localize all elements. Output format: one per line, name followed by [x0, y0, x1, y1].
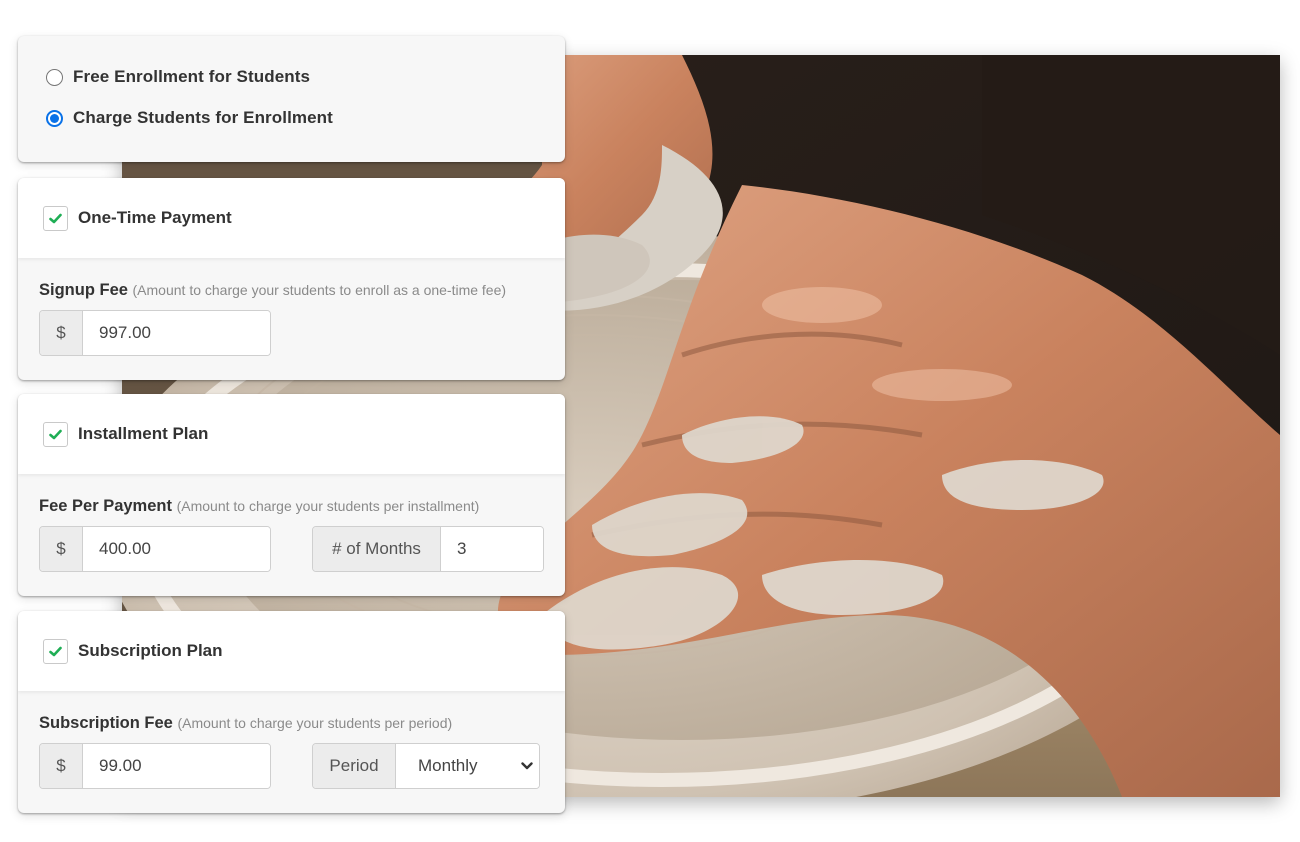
- months-addon: # of Months: [313, 527, 441, 571]
- subscription-fee-hint: (Amount to charge your students per peri…: [177, 715, 453, 731]
- radio-charge-enrollment[interactable]: Charge Students for Enrollment: [46, 107, 565, 129]
- fee-per-payment-label-text: Fee Per Payment: [39, 497, 172, 515]
- radio-free-enrollment[interactable]: Free Enrollment for Students: [46, 66, 565, 88]
- checkmark-icon: [49, 429, 62, 439]
- subscription-fee-input-group: $: [39, 743, 271, 789]
- dollar-sign-addon: $: [40, 527, 83, 571]
- radio-button-free[interactable]: [46, 68, 63, 86]
- one-time-payment-header: One-Time Payment: [18, 178, 565, 258]
- fee-per-payment-hint: (Amount to charge your students per inst…: [176, 498, 480, 514]
- period-select[interactable]: Monthly: [396, 744, 539, 788]
- subscription-fee-label: Subscription Fee (Amount to charge your …: [39, 714, 565, 736]
- subscription-fee-label-text: Subscription Fee: [39, 714, 173, 732]
- one-time-payment-card: One-Time Payment Signup Fee (Amount to c…: [18, 178, 565, 380]
- subscription-fee-input[interactable]: [83, 744, 270, 788]
- subscription-plan-header: Subscription Plan: [18, 611, 565, 691]
- fee-per-payment-input[interactable]: [83, 527, 270, 571]
- installment-plan-checkbox[interactable]: [43, 421, 68, 447]
- one-time-payment-checkbox[interactable]: [43, 205, 68, 231]
- radio-label-charge: Charge Students for Enrollment: [73, 108, 333, 127]
- installment-plan-header: Installment Plan: [18, 394, 565, 474]
- period-input-group: Period Monthly: [312, 743, 540, 789]
- signup-fee-input-group: $: [39, 310, 271, 356]
- checkmark-icon: [49, 646, 62, 656]
- signup-fee-label: Signup Fee (Amount to charge your studen…: [39, 281, 565, 303]
- subscription-plan-title: Subscription Plan: [78, 641, 223, 660]
- subscription-plan-body: Subscription Fee (Amount to charge your …: [18, 691, 565, 789]
- enrollment-options-card: Free Enrollment for Students Charge Stud…: [18, 36, 565, 162]
- installment-plan-title: Installment Plan: [78, 424, 209, 443]
- subscription-plan-card: Subscription Plan Subscription Fee (Amou…: [18, 611, 565, 813]
- period-addon: Period: [313, 744, 396, 788]
- one-time-payment-body: Signup Fee (Amount to charge your studen…: [18, 258, 565, 356]
- fee-per-payment-label: Fee Per Payment (Amount to charge your s…: [39, 497, 565, 519]
- months-input-group: # of Months: [312, 526, 544, 572]
- dollar-sign-addon: $: [40, 311, 83, 355]
- chevron-down-icon: [521, 762, 533, 770]
- one-time-payment-title: One-Time Payment: [78, 208, 232, 227]
- months-input[interactable]: [441, 527, 543, 571]
- fee-per-payment-input-group: $: [39, 526, 271, 572]
- installment-plan-body: Fee Per Payment (Amount to charge your s…: [18, 474, 565, 572]
- dollar-sign-addon: $: [40, 744, 83, 788]
- radio-label-free: Free Enrollment for Students: [73, 67, 311, 86]
- signup-fee-label-text: Signup Fee: [39, 281, 128, 299]
- checkmark-icon: [49, 213, 62, 223]
- period-select-value: Monthly: [418, 756, 478, 775]
- signup-fee-hint: (Amount to charge your students to enrol…: [132, 282, 507, 298]
- radio-button-charge[interactable]: [46, 109, 63, 127]
- signup-fee-input[interactable]: [83, 311, 270, 355]
- subscription-plan-checkbox[interactable]: [43, 638, 68, 664]
- installment-plan-card: Installment Plan Fee Per Payment (Amount…: [18, 394, 565, 596]
